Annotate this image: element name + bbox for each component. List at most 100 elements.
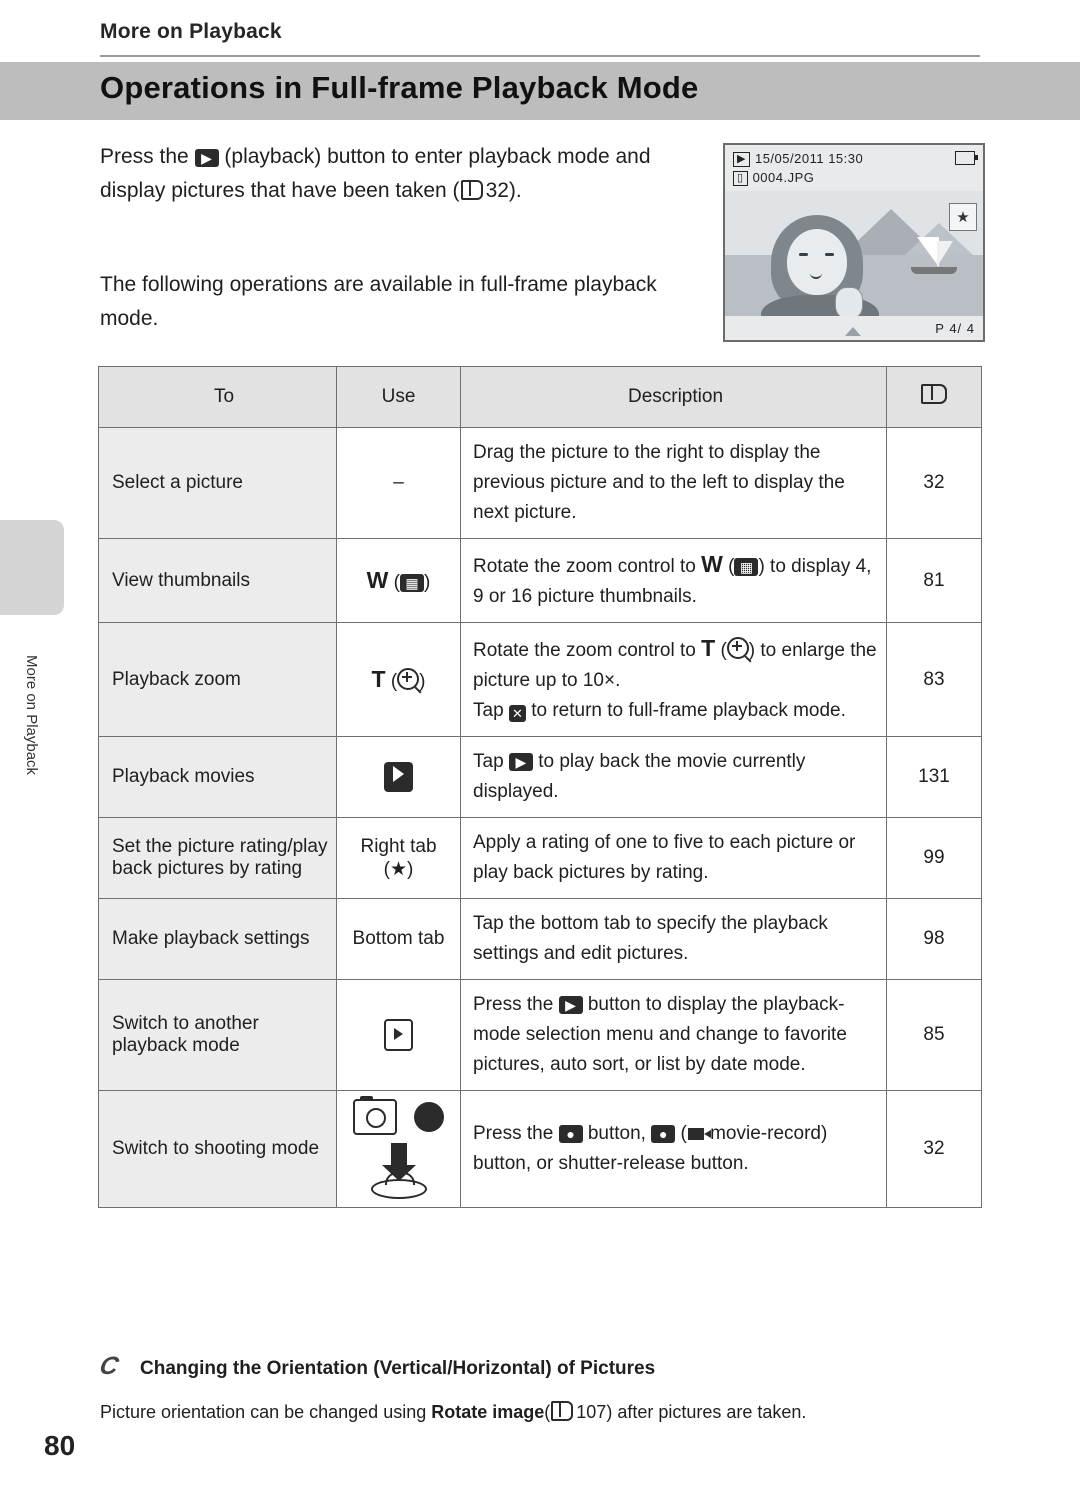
tele-zoom-label: T <box>371 666 386 692</box>
desc-text-a: Press the <box>473 994 554 1015</box>
close-icon: ✕ <box>508 705 526 722</box>
header-divider <box>100 55 980 57</box>
row-use: W (▦) <box>336 538 461 623</box>
row-page: 81 <box>886 538 982 623</box>
note-pencil-icon: C <box>97 1352 122 1380</box>
row-to: View thumbnails <box>98 538 337 623</box>
playback-glyph: ▶ <box>558 996 583 1014</box>
row-use: Bottom tab <box>336 898 461 980</box>
row-description: Rotate the zoom control to W (▦) to disp… <box>460 538 887 623</box>
desc-text-b: button, <box>587 1123 646 1144</box>
desc-text-c: ( <box>680 1123 687 1144</box>
sailboat-sail-right <box>937 241 955 267</box>
row-to: Switch to shooting mode <box>98 1090 337 1208</box>
note-text-a: Picture orientation can be changed using <box>100 1402 427 1422</box>
record-glyph: ● <box>651 1125 676 1143</box>
row-to: Make playback settings <box>98 898 337 980</box>
row-description: Press the ● button, ● ( movie-record) bu… <box>460 1090 887 1208</box>
osd-frame-counter: P 4/ 4 <box>935 321 975 336</box>
thumbnail-icon: (▦) <box>393 572 431 593</box>
playback-button-icon: ▶ <box>194 149 219 167</box>
row-page: 98 <box>886 898 982 980</box>
page-title: Operations in Full-frame Playback Mode <box>100 70 699 105</box>
right-tab-label: Right tab <box>360 835 437 857</box>
table-row: Set the picture rating/play back picture… <box>98 817 982 899</box>
camera-glyph: ● <box>558 1125 583 1143</box>
tele-zoom-glyph: T <box>701 635 716 661</box>
row-page: 32 <box>886 427 982 539</box>
row-use: Right tab (★) <box>336 817 461 899</box>
shutter-release-icon <box>370 1172 427 1199</box>
row-description: Tap the bottom tab to specify the playba… <box>460 898 887 980</box>
row-description: Tap ▶ to play back the movie currently d… <box>460 736 887 818</box>
row-use: – <box>336 427 461 539</box>
magnify-plus-icon <box>397 668 420 690</box>
row-use: T () <box>336 622 461 737</box>
camera-screen-illustration: ▶ 15/05/2011 15:30 ▯ 0004.JPG ★ P 4/ 4 <box>723 143 985 342</box>
row-page: 131 <box>886 736 982 818</box>
row-to: Set the picture rating/play back picture… <box>98 817 337 899</box>
row-description: Rotate the zoom control to T () to enlar… <box>460 622 887 737</box>
play-movie-icon <box>384 762 413 792</box>
movie-record-button-icon <box>414 1102 445 1132</box>
col-header-description: Description <box>460 366 887 428</box>
col-header-page <box>886 366 982 428</box>
note-text-b: ( <box>544 1402 551 1422</box>
intro-page-ref: 32 <box>485 179 509 202</box>
book-icon <box>921 384 947 404</box>
page-number: 80 <box>44 1430 76 1461</box>
playback-mode-button-icon <box>384 1019 413 1051</box>
row-description: Apply a rating of one to five to each pi… <box>460 817 887 899</box>
note-page-ref: 107 <box>576 1402 607 1422</box>
row-page: 99 <box>886 817 982 899</box>
row-page: 85 <box>886 979 982 1091</box>
row-to: Playback movies <box>98 736 337 818</box>
table-row: Switch to another playback mode Press th… <box>98 979 982 1091</box>
row-description: Press the ▶ button to display the playba… <box>460 979 887 1091</box>
book-reference-icon <box>551 1401 574 1421</box>
osd-date-time: ▶ 15/05/2011 15:30 <box>733 151 863 167</box>
note-text-bold: Rotate image <box>431 1402 545 1422</box>
side-tab-label: More on Playback <box>23 655 40 776</box>
table-row: View thumbnails W (▦) Rotate the zoom co… <box>98 538 982 623</box>
battery-icon <box>955 151 978 165</box>
row-page: 32 <box>886 1090 982 1208</box>
col-header-to: To <box>98 366 337 428</box>
sailboat-sail-left <box>915 237 939 267</box>
magnify-icon-wrap: () <box>391 668 426 692</box>
right-tab-sub: (★) <box>383 858 414 880</box>
person-eye-right <box>825 253 834 256</box>
note-text-c: ) after pictures are taken. <box>606 1402 807 1422</box>
row-page: 83 <box>886 622 982 737</box>
row-use <box>336 1090 461 1208</box>
col-header-use: Use <box>336 366 461 428</box>
row-use <box>336 979 461 1091</box>
section-header: More on Playback <box>100 20 282 43</box>
osd-date: 15/05/2011 <box>754 151 825 166</box>
bottom-tab-arrow-icon <box>845 327 861 336</box>
intro-paragraph-1: Press the ▶ (playback) button to enter p… <box>100 140 710 208</box>
play-glyph: ▶ <box>508 753 533 771</box>
desc-text-a: Tap <box>473 751 504 772</box>
desc-text-a: Press the <box>473 1123 554 1144</box>
row-to: Select a picture <box>98 427 337 539</box>
table-row: Select a picture – Drag the picture to t… <box>98 427 982 539</box>
row-use <box>336 736 461 818</box>
side-tab-marker <box>0 520 64 615</box>
intro-text-c: ). <box>508 179 522 202</box>
note-title: Changing the Orientation (Vertical/Horiz… <box>140 1358 656 1379</box>
osd-filename-row: ▯ 0004.JPG <box>733 170 814 186</box>
print-mark-label: P <box>935 321 945 336</box>
manual-page: More on Playback Operations in Full-fram… <box>0 0 1080 1486</box>
desc-text-d: Tap <box>473 700 504 721</box>
table-row: Make playback settings Bottom tab Tap th… <box>98 898 982 980</box>
rating-star-icon: ★ <box>949 203 977 231</box>
person-eye-left <box>799 253 808 256</box>
intro-paragraph-2: The following operations are available i… <box>100 273 657 330</box>
row-to: Switch to another playback mode <box>98 979 337 1091</box>
table-row: Playback zoom T () Rotate the zoom contr… <box>98 622 982 737</box>
row-to: Playback zoom <box>98 622 337 737</box>
operations-table: To Use Description Select a picture – Dr… <box>98 366 982 1208</box>
intro-text-a: Press the <box>100 145 189 168</box>
person-face <box>787 229 847 295</box>
